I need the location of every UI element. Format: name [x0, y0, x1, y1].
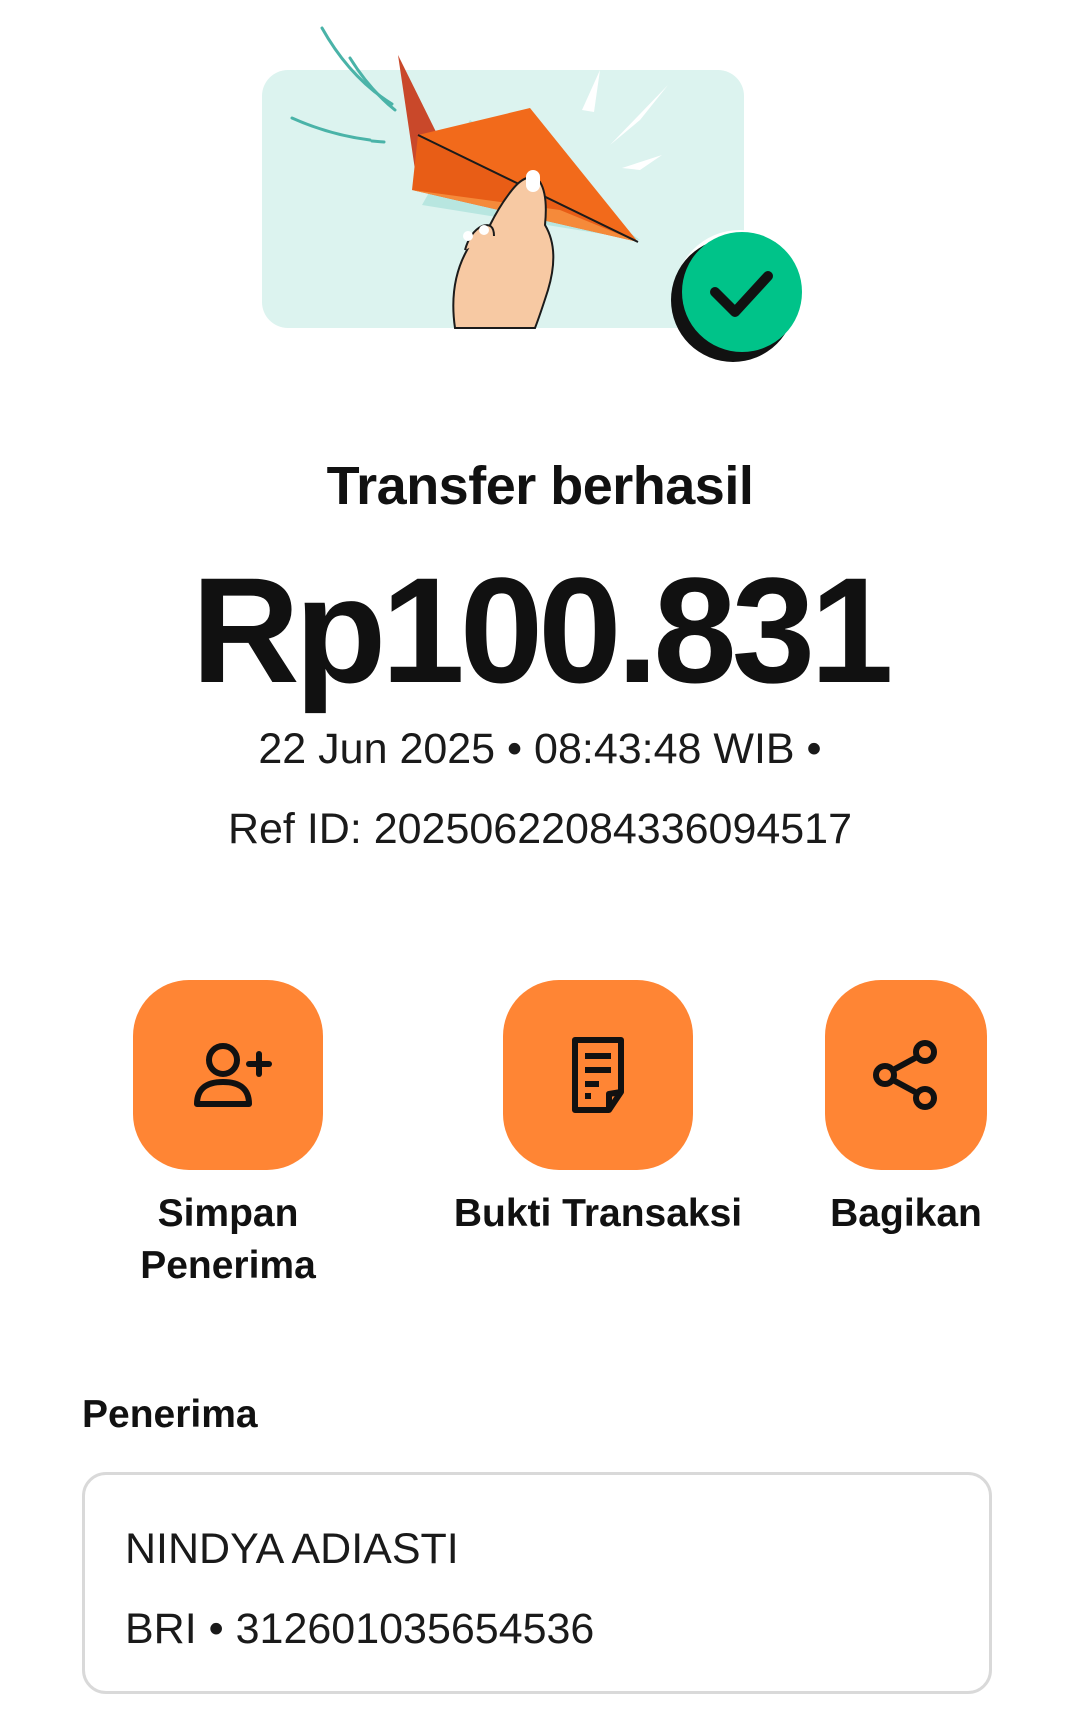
transaction-proof-button[interactable] — [503, 980, 693, 1170]
success-illustration — [0, 0, 1080, 400]
transaction-proof-action[interactable]: Bukti Transaksi — [452, 980, 744, 1240]
save-recipient-action[interactable]: Simpan Penerima — [128, 980, 328, 1292]
receipt-icon — [572, 1037, 624, 1113]
share-button[interactable] — [825, 980, 987, 1170]
status-title: Transfer berhasil — [326, 456, 754, 516]
recipient-name: NINDYA ADIASTI — [125, 1525, 459, 1573]
paper-plane-illustration — [262, 26, 806, 362]
transaction-proof-label: Bukti Transaksi — [453, 1192, 743, 1235]
transfer-amount: Rp100.831 — [191, 546, 893, 714]
share-label: Bagikan — [830, 1192, 982, 1235]
recipient-bank-account: BRI • 312601035654536 — [125, 1605, 595, 1653]
save-recipient-button[interactable] — [133, 980, 323, 1170]
add-person-icon — [194, 1043, 272, 1107]
recipient-card: NINDYA ADIASTI BRI • 312601035654536 — [82, 1472, 992, 1694]
share-action[interactable]: Bagikan — [822, 980, 990, 1240]
recipient-section-label: Penerima — [82, 1393, 258, 1436]
save-recipient-label: Simpan Penerima — [140, 1192, 316, 1287]
reference-id: Ref ID: 20250622084336094517 — [227, 805, 853, 853]
share-icon — [873, 1040, 937, 1110]
transaction-datetime: 22 Jun 2025 • 08:43:48 WIB • — [258, 725, 822, 773]
